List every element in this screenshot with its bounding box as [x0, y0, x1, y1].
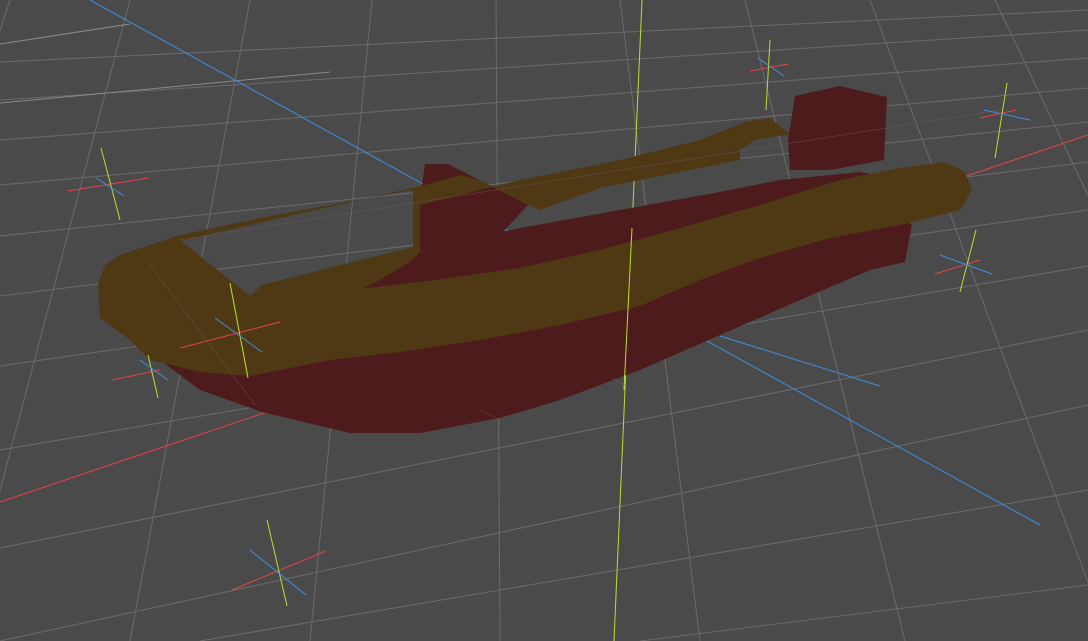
3d-viewport[interactable] — [0, 0, 1088, 641]
boat-stern-block — [788, 86, 887, 170]
